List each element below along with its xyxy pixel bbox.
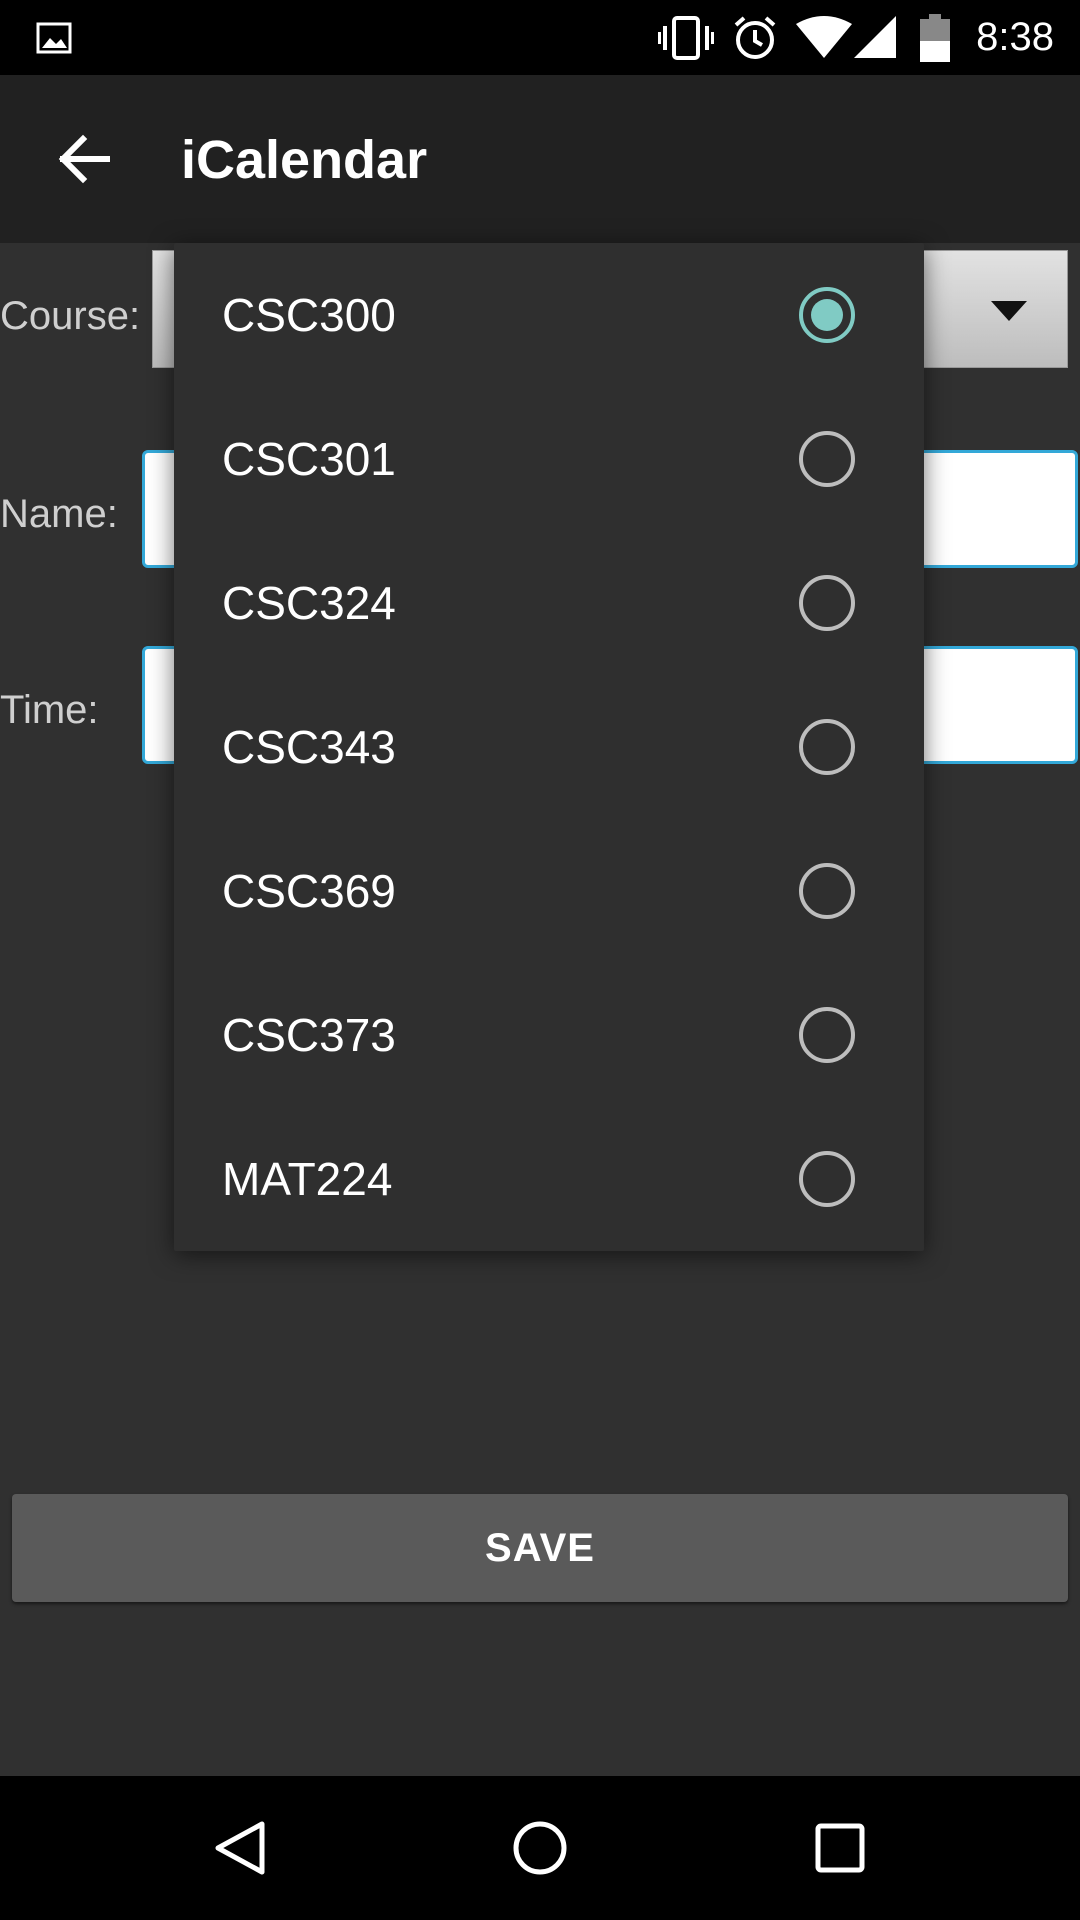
course-label: Course:: [0, 294, 141, 338]
arrow-back-icon: [58, 134, 110, 184]
recents-square-icon: [815, 1823, 865, 1873]
clock: 8:38: [976, 15, 1054, 59]
radio-unchecked-icon[interactable]: [799, 1007, 855, 1063]
radio-unchecked-icon[interactable]: [799, 719, 855, 775]
wifi-icon: [796, 0, 852, 75]
back-button[interactable]: [40, 115, 128, 203]
nav-recents-button[interactable]: [790, 1798, 890, 1898]
dropdown-option[interactable]: CSC300: [174, 243, 924, 387]
nav-back-button[interactable]: [190, 1798, 290, 1898]
dropdown-option[interactable]: MAT224: [174, 1107, 924, 1251]
option-label: CSC300: [222, 289, 396, 341]
app-bar: iCalendar: [0, 75, 1080, 243]
time-label: Time:: [0, 688, 99, 732]
save-button[interactable]: SAVE: [12, 1494, 1068, 1602]
radio-unchecked-icon[interactable]: [799, 863, 855, 919]
image-icon: [36, 0, 72, 75]
option-label: CSC373: [222, 1009, 396, 1061]
radio-checked-icon[interactable]: [799, 287, 855, 343]
option-label: CSC301: [222, 433, 396, 485]
radio-unchecked-icon[interactable]: [799, 1151, 855, 1207]
back-triangle-icon: [215, 1821, 265, 1875]
battery-icon: [920, 0, 950, 75]
dropdown-option[interactable]: CSC369: [174, 819, 924, 963]
name-label: Name:: [0, 492, 118, 536]
vibrate-icon: [658, 0, 714, 75]
dropdown-option[interactable]: CSC343: [174, 675, 924, 819]
option-label: MAT224: [222, 1153, 393, 1205]
page-title: iCalendar: [181, 130, 428, 190]
course-dropdown-list: CSC300 CSC301 CSC324 CSC343 CSC369 CSC37…: [174, 243, 924, 1251]
status-bar: 8:38: [0, 0, 1080, 75]
radio-unchecked-icon[interactable]: [799, 431, 855, 487]
home-circle-icon: [513, 1821, 567, 1875]
dropdown-option[interactable]: CSC324: [174, 531, 924, 675]
dropdown-arrow-icon: [991, 301, 1027, 321]
nav-home-button[interactable]: [490, 1798, 590, 1898]
alarm-icon: [732, 0, 778, 75]
signal-icon: [854, 0, 898, 75]
navigation-bar: [0, 1776, 1080, 1920]
radio-unchecked-icon[interactable]: [799, 575, 855, 631]
option-label: CSC343: [222, 721, 396, 773]
option-label: CSC369: [222, 865, 396, 917]
dropdown-option[interactable]: CSC373: [174, 963, 924, 1107]
option-label: CSC324: [222, 577, 396, 629]
dropdown-option[interactable]: CSC301: [174, 387, 924, 531]
